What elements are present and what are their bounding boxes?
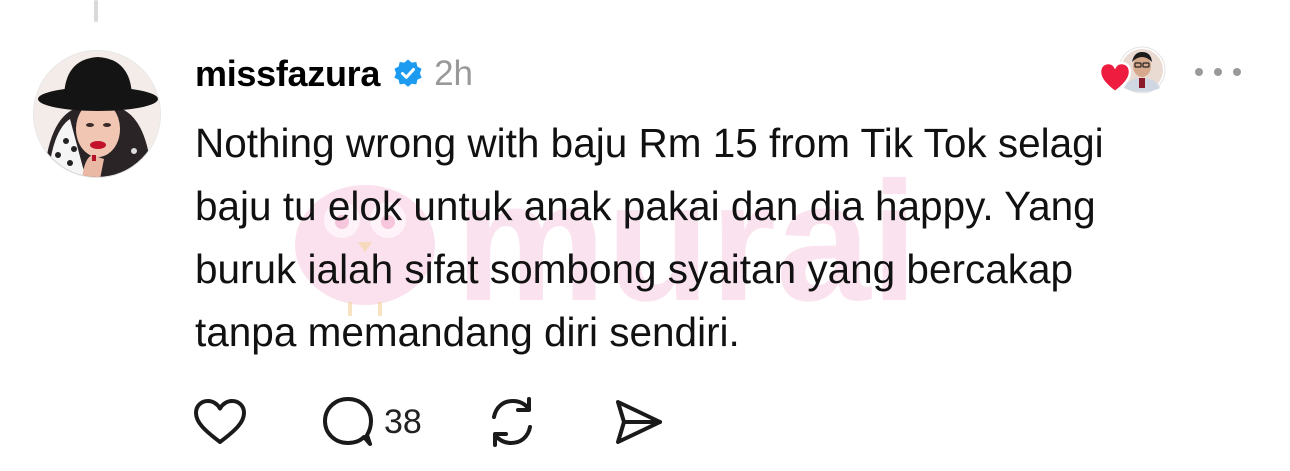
repost-button[interactable] xyxy=(484,392,540,452)
username[interactable]: missfazura xyxy=(195,53,380,95)
reply-button[interactable]: 38 xyxy=(320,392,422,452)
post-body: Nothing wrong with baju Rm 15 from Tik T… xyxy=(195,120,1104,355)
thread-line xyxy=(94,0,98,22)
share-button[interactable] xyxy=(610,392,666,452)
more-dots-icon xyxy=(1195,68,1241,76)
like-button[interactable] xyxy=(192,392,248,452)
send-icon xyxy=(615,400,662,444)
repost-icon xyxy=(491,397,532,447)
comment-bubble-icon xyxy=(323,397,373,446)
heart-icon xyxy=(194,399,246,444)
post-header: missfazura 2h xyxy=(195,50,473,98)
avatar[interactable] xyxy=(33,50,161,178)
reply-count: 38 xyxy=(384,402,422,441)
more-button[interactable] xyxy=(1190,52,1246,92)
timestamp: 2h xyxy=(434,54,474,93)
action-bar: 38 xyxy=(192,392,666,452)
liked-by-indicator[interactable] xyxy=(1098,44,1170,100)
verified-badge-icon xyxy=(392,58,424,90)
